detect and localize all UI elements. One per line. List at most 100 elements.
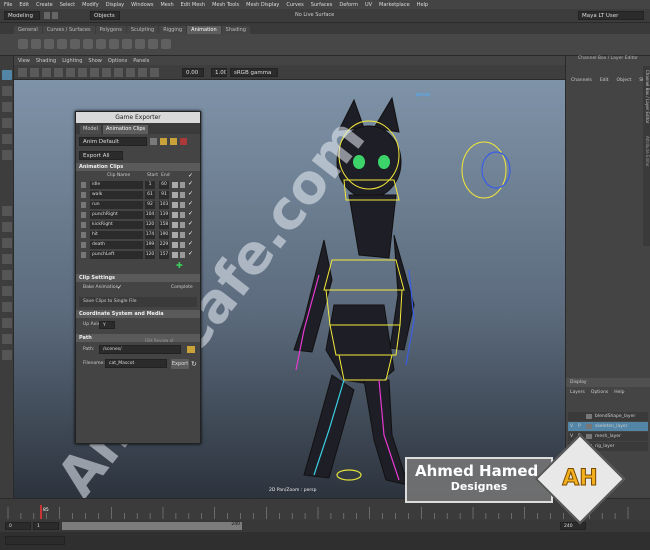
layer-name[interactable]: mesh_layer	[595, 432, 621, 441]
shelf-tab-animation[interactable]: Animation	[187, 26, 221, 34]
panel-menu-view[interactable]: View	[18, 58, 30, 64]
shelf-tab-shading[interactable]: Shading	[221, 26, 250, 34]
clip-handle-icon[interactable]	[81, 222, 86, 228]
clip-handle-icon[interactable]	[81, 252, 86, 258]
clip-start-field[interactable]: 104	[145, 211, 155, 219]
preset-save-icon[interactable]	[150, 138, 157, 145]
panel-toolbar-icon[interactable]	[90, 68, 99, 77]
panel-menu-show[interactable]: Show	[88, 58, 102, 64]
shelf-tab-polygons[interactable]: Polygons	[95, 26, 126, 34]
panel-menu-options[interactable]: Options	[108, 58, 127, 64]
clip-name-field[interactable]: run	[90, 201, 143, 209]
clip-name-field[interactable]: punchLeft	[90, 251, 143, 259]
persp-outliner-icon[interactable]	[2, 270, 12, 280]
clip-handle-icon[interactable]	[81, 202, 86, 208]
clip-start-field[interactable]: 120	[145, 251, 155, 259]
layer-row[interactable]: V Pskeleton_layer	[568, 422, 648, 431]
exposure-field[interactable]: 0.00	[182, 68, 204, 77]
select-all-check[interactable]: ✓	[188, 172, 193, 179]
panel-toolbar-icon[interactable]	[54, 68, 63, 77]
menuset-dropdown[interactable]: Modeling	[4, 11, 40, 20]
menu-file[interactable]: File	[4, 2, 12, 8]
menu-help[interactable]: Help	[417, 2, 428, 8]
menu-display[interactable]: Display	[106, 2, 124, 8]
clip-end-field[interactable]: 103	[159, 201, 169, 209]
channel-menu-object[interactable]: Object	[617, 78, 632, 83]
clip-start-field[interactable]: 174	[145, 231, 155, 239]
clip-delete-icon[interactable]	[180, 192, 185, 198]
panel-menu-shading[interactable]: Shading	[36, 58, 56, 64]
clip-delete-icon[interactable]	[180, 212, 185, 218]
user-account-dropdown[interactable]: Maya LT User	[578, 11, 644, 20]
shelf-tool-icon[interactable]	[70, 39, 80, 49]
render-view-icon[interactable]	[2, 350, 12, 360]
clip-row[interactable]: run 92 103 ✓	[79, 200, 197, 210]
persp-graph-icon[interactable]	[2, 254, 12, 264]
clip-end-field[interactable]: 229	[159, 241, 169, 249]
clip-delete-icon[interactable]	[180, 252, 185, 258]
clip-settings-section[interactable]: Clip Settings	[76, 274, 200, 282]
selection-mode-dropdown[interactable]: Objects	[90, 11, 120, 20]
range-handle[interactable]: 240	[62, 522, 242, 530]
up-axis-dropdown[interactable]: Y	[99, 321, 115, 329]
menu-edit-mesh[interactable]: Edit Mesh	[181, 2, 205, 8]
rotate-tool-icon[interactable]	[2, 134, 12, 144]
export-mode-dropdown[interactable]: Export All	[79, 151, 123, 160]
clip-handle-icon[interactable]	[81, 232, 86, 238]
coordinate-system-section[interactable]: Coordinate System and Media	[76, 310, 200, 318]
clip-export-checkbox[interactable]: ✓	[188, 250, 193, 257]
panel-toolbar-icon[interactable]	[78, 68, 87, 77]
clip-name-field[interactable]: idle	[90, 181, 143, 189]
menu-deform[interactable]: Deform	[339, 2, 358, 8]
clip-start-field[interactable]: 120	[145, 221, 155, 229]
select-tool-icon[interactable]	[2, 70, 12, 80]
layer-name[interactable]: blendShape_layer	[595, 412, 635, 421]
clip-row[interactable]: idle 1 60 ✓	[79, 180, 197, 190]
command-input[interactable]	[5, 536, 65, 545]
outliner-icon[interactable]	[2, 286, 12, 296]
clip-export-checkbox[interactable]: ✓	[188, 220, 193, 227]
menu-curves[interactable]: Curves	[286, 2, 303, 8]
clip-row[interactable]: death 199 229 ✓	[79, 240, 197, 250]
preset-edit-icon[interactable]	[170, 138, 177, 145]
bake-animation-checkbox[interactable]: ✓	[117, 284, 122, 291]
menu-mesh[interactable]: Mesh	[160, 2, 173, 8]
clip-row[interactable]: punchRight 104 119 ✓	[79, 210, 197, 220]
shelf-tool-icon[interactable]	[83, 39, 93, 49]
panel-toolbar-icon[interactable]	[150, 68, 159, 77]
range-end-field[interactable]: 240	[560, 522, 586, 530]
shelf-tool-icon[interactable]	[109, 39, 119, 49]
shelf-tool-icon[interactable]	[96, 39, 106, 49]
menu-uv[interactable]: UV	[365, 2, 372, 8]
panel-toolbar-icon[interactable]	[138, 68, 147, 77]
channel-menu-edit[interactable]: Edit	[600, 78, 609, 83]
add-clip-icon[interactable]: ✚	[176, 261, 183, 270]
refresh-icon[interactable]: ↻	[191, 360, 197, 368]
panel-toolbar-icon[interactable]	[18, 68, 27, 77]
gamma-field[interactable]: 1.00	[211, 68, 227, 77]
shelf-tab-rigging[interactable]: Rigging	[159, 26, 187, 34]
menu-windows[interactable]: Windows	[131, 2, 153, 8]
clip-end-field[interactable]: 119	[159, 211, 169, 219]
clip-row[interactable]: hit 174 190 ✓	[79, 230, 197, 240]
current-time-marker[interactable]	[40, 505, 42, 519]
layer-name[interactable]: skeleton_layer	[595, 422, 628, 431]
panel-toolbar-icon[interactable]	[30, 68, 39, 77]
clip-delete-icon[interactable]	[180, 202, 185, 208]
graph-editor-icon[interactable]	[2, 302, 12, 312]
side-tab-attribute-editor[interactable]: Attribute Editor	[644, 136, 650, 196]
paint-select-icon[interactable]	[2, 102, 12, 112]
layer-playback-toggle[interactable]: P	[578, 422, 581, 431]
clip-delete-icon[interactable]	[180, 242, 185, 248]
clip-handle-icon[interactable]	[81, 192, 86, 198]
panel-toolbar-icon[interactable]	[126, 68, 135, 77]
four-view-icon[interactable]	[2, 222, 12, 232]
clip-start-field[interactable]: 199	[145, 241, 155, 249]
lasso-tool-icon[interactable]	[2, 86, 12, 96]
shelf-tab-sculpting[interactable]: Sculpting	[126, 26, 159, 34]
export-button[interactable]: Export	[171, 359, 189, 369]
clip-play-icon[interactable]	[172, 192, 178, 198]
shelf-tool-icon[interactable]	[31, 39, 41, 49]
exporter-tab-model[interactable]: Model	[80, 125, 102, 134]
menu-create[interactable]: Create	[36, 2, 53, 8]
